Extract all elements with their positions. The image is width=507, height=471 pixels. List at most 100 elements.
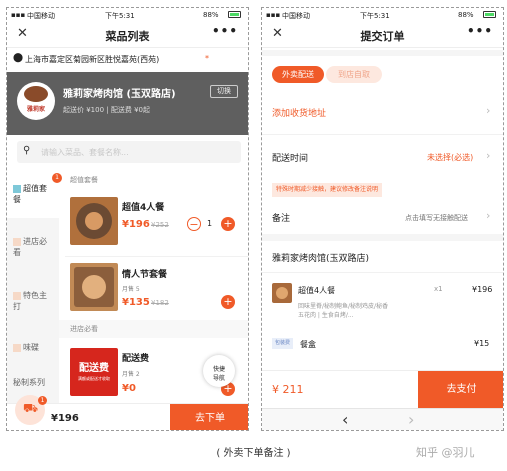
add-button[interactable]: + — [221, 295, 235, 309]
nav-bar: ✕ 提交订单 ••• — [262, 22, 503, 48]
forward-icon[interactable]: › — [408, 410, 414, 429]
sidebar-item-label: 味碟 — [23, 343, 39, 352]
status-bar: ▪▪▪ 中国移动 下午5:31 88% — [262, 8, 503, 22]
notice-banner: 特殊时期减少接触，建议修改备注说明 — [272, 183, 383, 197]
dish-price: ¥0 — [122, 383, 136, 394]
address-text: 上海市嘉定区菊园新区胜悦嘉苑(西苑) — [25, 55, 160, 64]
sidebar-item-sauce[interactable]: 味碟 — [7, 342, 54, 353]
dish-old-price: ¥182 — [151, 299, 169, 307]
fee-name: 餐盒 — [300, 340, 316, 349]
decrease-button[interactable]: − — [187, 217, 201, 231]
more-icon[interactable]: ••• — [212, 24, 238, 38]
sidebar-item-recommend[interactable]: 进店必看 — [7, 236, 54, 258]
quantity-value: 1 — [207, 219, 213, 228]
cart-bar: ⛟ 1 ¥196 去下单 — [7, 395, 248, 430]
nav-bar: ✕ 菜品列表 ••• — [7, 22, 248, 48]
spacer — [262, 50, 503, 56]
dish-image[interactable]: 配送费 满额或配送才收取 — [70, 348, 118, 396]
order-shop-name: 雅莉家烤肉馆(玉双路店) — [272, 254, 370, 264]
status-bar: ▪▪▪ 中国移动 下午5:31 88% — [7, 8, 248, 22]
shop-logo: 雅莉家 — [17, 82, 55, 120]
status-time: 下午5:31 — [105, 12, 135, 20]
spacer — [262, 234, 503, 241]
dish-sales: 月售 2 — [122, 371, 140, 378]
order-item-qty: x1 — [434, 285, 443, 293]
dish-image[interactable] — [70, 197, 118, 245]
battery-percent: 88% — [203, 11, 219, 19]
divider — [262, 272, 503, 273]
dish-name: 配送费 — [122, 354, 150, 364]
sidebar-item-secret[interactable]: 秘制系列 — [7, 377, 54, 388]
shop-info: 起送价 ¥100 | 配送费 ¥0起 — [63, 106, 150, 114]
location-pin-icon: ⬤ — [13, 53, 24, 63]
fee-tag: 包装费 — [272, 338, 294, 349]
pay-button[interactable]: 去支付 — [418, 371, 503, 409]
section-title: 进店必看 — [70, 325, 98, 333]
switch-shop-button[interactable]: 切换 — [210, 85, 238, 98]
browser-toolbar: ‹ › — [262, 408, 503, 430]
chevron-right-icon: › — [486, 104, 491, 117]
sidebar-badge: 1 — [52, 173, 62, 183]
battery-icon — [483, 11, 496, 18]
shop-name: 雅莉家烤肉馆 (玉双路店) — [63, 89, 176, 100]
cart-total: ¥196 — [51, 413, 79, 424]
search-placeholder: 请输入菜品、套餐名称... — [41, 148, 129, 157]
divider — [65, 256, 248, 257]
order-item-name: 超值4人餐 — [298, 286, 336, 295]
image-label: 配送费 — [79, 363, 109, 374]
sidebar-item-specialty[interactable]: 特色主打 — [7, 290, 54, 312]
quick-nav-button[interactable]: 快捷 导航 — [203, 355, 235, 387]
category-icon — [13, 237, 21, 246]
tab-delivery[interactable]: 外卖配送 — [272, 66, 324, 83]
chevron-right-icon: › — [486, 149, 491, 162]
signal-icon: ▪▪▪ — [266, 11, 281, 19]
dish-name: 情人节套餐 — [122, 270, 168, 280]
checkout-button[interactable]: 去下单 — [170, 404, 248, 430]
battery-icon — [228, 11, 241, 18]
mascot-icon — [24, 86, 48, 102]
add-address-link[interactable]: 添加收货地址 — [272, 106, 326, 119]
order-item-image — [272, 283, 292, 303]
quick-nav-label: 快捷 — [212, 366, 225, 373]
search-input[interactable]: ⚲ 请输入菜品、套餐名称... — [17, 141, 241, 163]
logo-text: 雅莉家 — [26, 106, 45, 113]
shop-banner: 雅莉家 雅莉家烤肉馆 (玉双路店) 起送价 ¥100 | 配送费 ¥0起 切换 — [7, 72, 248, 135]
carrier-label: 中国移动 — [27, 12, 55, 20]
order-screen: ▪▪▪ 中国移动 下午5:31 88% ✕ 提交订单 ••• 外卖配送 到店自取… — [261, 7, 504, 431]
pay-bar: ¥ 211 去支付 — [262, 370, 503, 409]
dish-old-price: ¥252 — [151, 221, 169, 229]
dish-price: ¥196 — [122, 219, 150, 230]
carrier-label: 中国移动 — [282, 12, 310, 20]
tab-pickup[interactable]: 到店自取 — [326, 66, 382, 83]
watermark: 知乎 @羽儿 — [416, 446, 475, 459]
back-icon[interactable]: ‹ — [342, 410, 348, 429]
sidebar-item-combo[interactable]: 超值套餐 — [7, 183, 54, 205]
signal-icon: ▪▪▪ — [11, 11, 26, 19]
more-icon[interactable]: ••• — [467, 24, 493, 38]
address-bar[interactable]: ⬤ 上海市嘉定区菊园新区胜悦嘉苑(西苑) * — [7, 50, 248, 68]
address-required-mark: * — [205, 54, 209, 63]
search-icon: ⚲ — [23, 145, 31, 156]
remark-input[interactable]: 点击填写无接触配送 — [405, 213, 468, 223]
dish-image[interactable] — [70, 263, 118, 311]
cart-badge: 1 — [38, 396, 47, 405]
remark-label: 备注 — [272, 214, 291, 224]
dish-price: ¥135 — [122, 297, 150, 308]
delivery-time-value[interactable]: 未选择(必选) — [427, 152, 473, 163]
order-item-price: ¥196 — [472, 285, 493, 294]
sidebar-item-label: 秘制系列 — [13, 378, 45, 387]
battery-percent: 88% — [458, 11, 474, 19]
menu-screen: ▪▪▪ 中国移动 下午5:31 88% ✕ 菜品列表 ••• ⬤ 上海市嘉定区菊… — [6, 7, 249, 431]
increase-button[interactable]: + — [221, 217, 235, 231]
fee-price: ¥15 — [474, 339, 490, 348]
dish-name: 超值4人餐 — [122, 203, 165, 213]
category-icon — [13, 291, 21, 300]
dish-sales: 月售 5 — [122, 286, 140, 293]
quick-nav-label: 导航 — [212, 375, 225, 382]
category-icon — [13, 184, 21, 193]
divider — [262, 134, 503, 135]
order-item-desc: 回味里脊/秘制鲍鱼/秘制鸡皮/秘香五花肉 | 生食自烤/... — [298, 303, 389, 319]
image-sublabel: 满额或配送才收取 — [78, 376, 110, 381]
delivery-time-label: 配送时间 — [272, 154, 309, 164]
chevron-right-icon: › — [486, 209, 491, 222]
